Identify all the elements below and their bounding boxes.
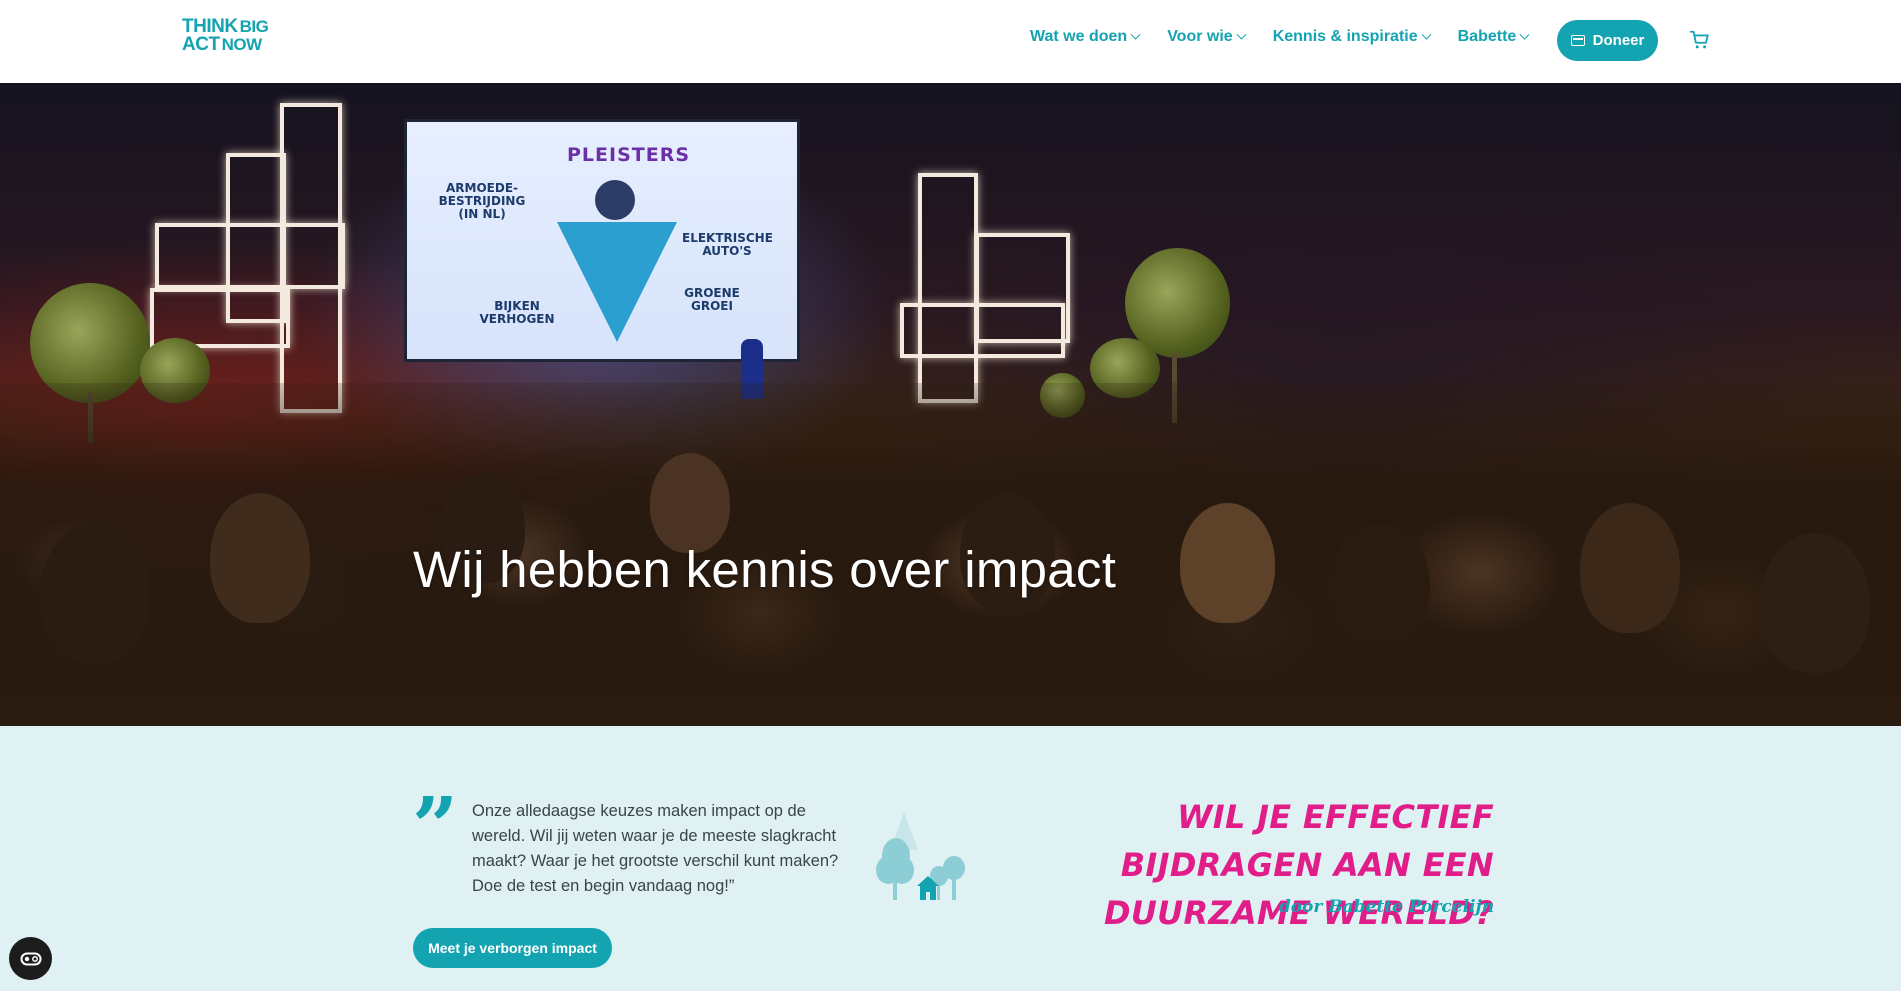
- cta-label: Meet je verborgen impact: [428, 940, 597, 956]
- hero-title: Wij hebben kennis over impact: [413, 541, 1117, 598]
- quote-icon: ”: [412, 786, 459, 836]
- logo-now: NOW: [221, 35, 263, 55]
- nav-item-babette[interactable]: Babette: [1457, 28, 1530, 46]
- screen-pyramid: [557, 222, 677, 342]
- stage-light-frame: [280, 103, 342, 413]
- cookie-settings-icon: [20, 952, 41, 965]
- audience-head: [1580, 503, 1680, 633]
- main-nav: Wat we doen Voor wie Kennis & inspiratie…: [1030, 28, 1530, 46]
- audience-head: [1760, 533, 1870, 673]
- logo-big: BIG: [239, 17, 269, 36]
- measure-impact-button[interactable]: Meet je verborgen impact: [413, 928, 612, 968]
- cookie-settings-button[interactable]: [9, 937, 52, 980]
- stage-light-frame: [900, 303, 1065, 358]
- donate-label: Doneer: [1592, 32, 1645, 49]
- site-header: THINK BIG ACT NOW Wat we doen Voor wie Ken…: [0, 0, 1901, 83]
- presentation-screen: PLEISTERS ARMOEDE-BESTRIJDING (IN NL) EL…: [404, 119, 800, 362]
- screen-heading: PLEISTERS: [567, 144, 691, 166]
- screen-icon-circle: [595, 180, 635, 220]
- nav-item-label: Babette: [1457, 28, 1517, 45]
- nav-item-kennis-inspiratie[interactable]: Kennis & inspiratie: [1272, 28, 1432, 46]
- nav-item-label: Kennis & inspiratie: [1272, 28, 1418, 45]
- nav-item-label: Voor wie: [1167, 28, 1233, 45]
- logo-act: ACT: [182, 34, 220, 56]
- audience-head: [1180, 503, 1275, 623]
- trees-house-illustration: [876, 812, 965, 900]
- logo[interactable]: THINK BIG ACT NOW: [182, 17, 269, 64]
- nav-item-voor-wie[interactable]: Voor wie: [1167, 28, 1247, 46]
- cart-icon[interactable]: [1689, 29, 1711, 51]
- stage-light-frame: [918, 173, 978, 403]
- audience-head: [210, 493, 310, 623]
- hero-banner: PLEISTERS ARMOEDE-BESTRIJDING (IN NL) EL…: [0, 83, 1901, 726]
- nav-item-label: Wat we doen: [1030, 28, 1128, 45]
- chevron-down-icon: [1236, 29, 1247, 40]
- chevron-down-icon: [1130, 29, 1141, 40]
- wallet-icon: [1570, 35, 1585, 46]
- audience-head: [1330, 523, 1430, 643]
- intro-quote: Onze alledaagse keuzes maken impact op d…: [472, 802, 839, 895]
- audience-head: [40, 523, 150, 663]
- chevron-down-icon: [1519, 29, 1530, 40]
- screen-label: ARMOEDE-BESTRIJDING (IN NL): [438, 181, 526, 222]
- screen-label: GROENE GROEI: [684, 286, 740, 314]
- slogan-byline: door Babette Porcelijn: [1278, 897, 1494, 917]
- screen-label: BIJKEN VERHOGEN: [479, 299, 555, 327]
- nav-item-wat-we-doen[interactable]: Wat we doen: [1030, 28, 1141, 46]
- screen-label: ELEKTRISCHE AUTO'S: [682, 231, 773, 259]
- chevron-down-icon: [1421, 29, 1432, 40]
- audience-head: [650, 453, 730, 553]
- donate-button[interactable]: Doneer: [1557, 20, 1658, 61]
